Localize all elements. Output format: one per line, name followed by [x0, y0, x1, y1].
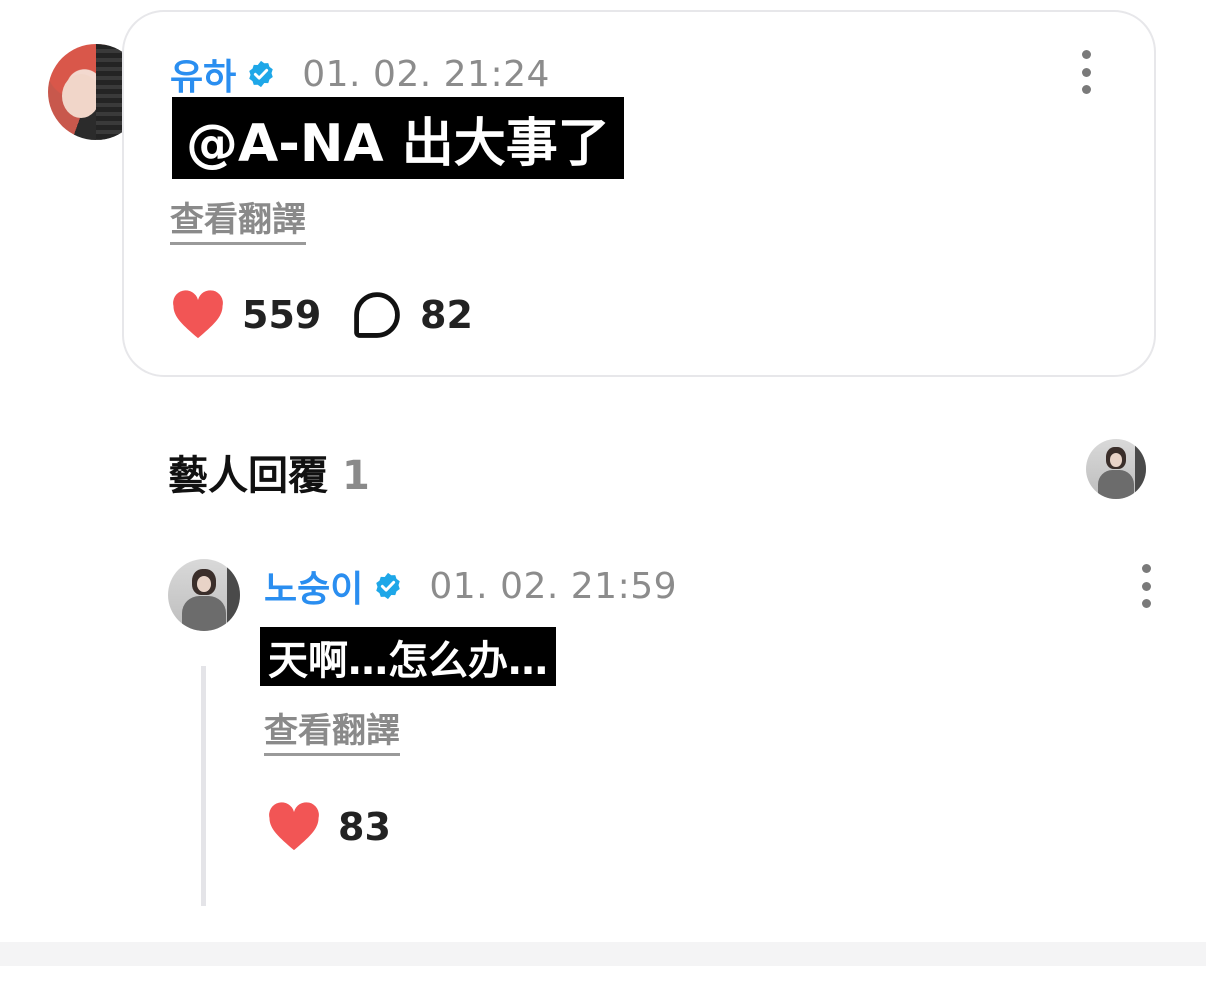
like-count: 559: [242, 293, 322, 337]
reply-username[interactable]: 노숭이: [264, 560, 363, 612]
comment-card: 유하 01. 02. 21:24 @A-NA 出大事了 查看翻譯 559 82: [122, 10, 1156, 377]
reply-like-stat: 83: [266, 802, 391, 852]
heart-icon[interactable]: [170, 290, 226, 340]
reply-avatar[interactable]: [168, 559, 240, 631]
like-stat: 559: [170, 290, 321, 340]
screen: 유하 01. 02. 21:24 @A-NA 出大事了 查看翻譯 559 82: [0, 0, 1206, 992]
view-translation-link[interactable]: 查看翻譯: [170, 192, 306, 245]
reply-more-options-icon[interactable]: [1136, 564, 1156, 608]
thread-line: [201, 666, 206, 906]
verified-badge-icon: [376, 572, 401, 600]
artist-replies-header: 藝人回覆 1: [168, 443, 370, 501]
comment-text: @A-NA 出大事了: [172, 97, 624, 179]
reply-text: 天啊…怎么办…: [260, 627, 556, 686]
section-divider: [0, 942, 1206, 966]
artist-replies-title: 藝人回覆: [168, 453, 328, 499]
comment-stat: 82: [352, 290, 473, 340]
reply-meta: 노숭이 01. 02. 21:59: [264, 560, 677, 612]
comment-count: 82: [420, 293, 473, 337]
comment-timestamp: 01. 02. 21:24: [302, 53, 550, 95]
more-options-icon[interactable]: [1076, 50, 1096, 94]
comment-meta: 유하 01. 02. 21:24: [170, 48, 550, 100]
comment-username[interactable]: 유하: [170, 48, 236, 100]
verified-badge-icon: [249, 60, 273, 88]
reply-like-count: 83: [338, 805, 391, 849]
avatar-face: [62, 74, 100, 118]
artist-replies-count: 1: [342, 453, 370, 499]
replier-mini-avatar[interactable]: [1086, 439, 1146, 499]
reply-timestamp: 01. 02. 21:59: [429, 565, 678, 607]
comment-bubble-icon[interactable]: [352, 290, 402, 340]
reply-view-translation-link[interactable]: 查看翻譯: [264, 703, 400, 756]
heart-icon[interactable]: [266, 802, 322, 852]
